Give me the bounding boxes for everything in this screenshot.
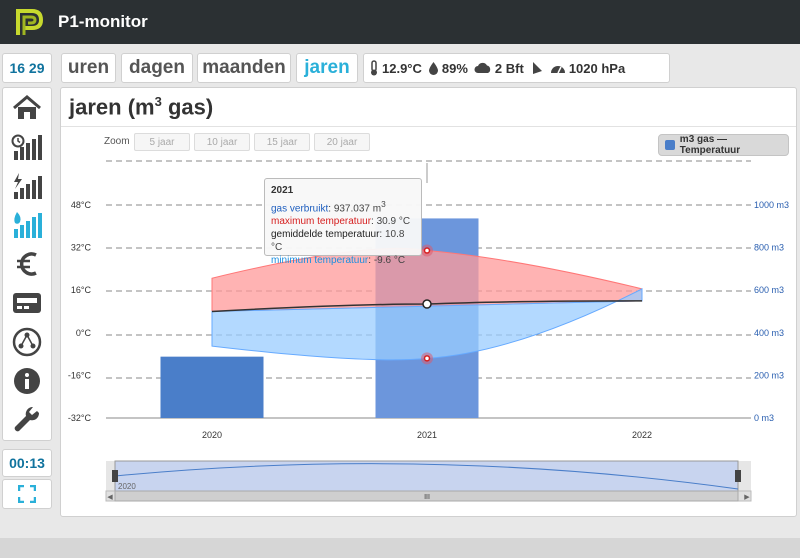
- app-title: P1-monitor: [58, 12, 148, 31]
- p1-logo-icon: [16, 9, 44, 35]
- gas-bar-2020: [160, 356, 264, 418]
- weather-pressure: 1020 hPa: [568, 60, 626, 76]
- tooltip-row-gas: gas verbruikt: 937.037 m3: [271, 199, 386, 215]
- meter-icon: [13, 292, 41, 313]
- clock-display: 16 29: [2, 53, 52, 83]
- sidebar-item-gas[interactable]: [2, 205, 52, 244]
- y-axis-left-tick: -32°C: [68, 413, 92, 423]
- y-axis-left-tick: 16°C: [71, 285, 92, 295]
- tooltip-row-min: minimum temperatuur: -9.6 °C: [271, 255, 406, 267]
- wrench-icon: [14, 406, 40, 431]
- scroll-right-arrow: ▶: [744, 494, 750, 501]
- tab-dagen[interactable]: dagen: [121, 53, 193, 83]
- navigator-handle-right: [735, 470, 741, 482]
- y-axis-right-tick: 200 m3: [754, 370, 784, 380]
- y-axis-left-tick: 32°C: [71, 243, 92, 253]
- y-axis-right-tick: 400 m3: [754, 328, 784, 338]
- gas-bars-icon: [14, 211, 42, 238]
- scroll-left-arrow: ◀: [107, 494, 113, 501]
- home-icon: [13, 94, 41, 119]
- y-axis-right-tick: 800 m3: [754, 243, 784, 253]
- tab-jaren[interactable]: jaren: [296, 53, 358, 83]
- gas-temperature-chart[interactable]: 48°C 32°C 16°C 0°C -16°C -32°C 1000 m3 800 m3 6…: [61, 88, 796, 516]
- y-axis-left-tick: 48°C: [71, 200, 92, 210]
- clock-bars-icon: [11, 134, 42, 160]
- fullscreen-button[interactable]: [2, 479, 52, 509]
- navigator-range: [114, 460, 739, 492]
- sidebar-item-meter[interactable]: [2, 283, 52, 322]
- top-bar: P1-monitor: [0, 0, 800, 44]
- tooltip-row-avg: gemiddelde temperatuur: 10.8 °C: [271, 229, 405, 254]
- y-axis-right-tick: 1000 m3: [754, 200, 789, 210]
- tab-uren[interactable]: uren: [61, 53, 116, 83]
- sidebar-item-settings[interactable]: [2, 400, 52, 439]
- gauge-icon: [550, 65, 565, 73]
- thermometer-icon: [371, 60, 377, 76]
- info-icon: [14, 367, 40, 394]
- sidebar-item-info[interactable]: [2, 361, 52, 400]
- average-temperature-point: [422, 299, 432, 309]
- y-axis-left-tick: 0°C: [76, 328, 92, 338]
- euro-icon: [17, 251, 37, 276]
- chart-tooltip: 2021 gas verbruikt: 937.037 m3 maximum t…: [264, 178, 422, 266]
- sidebar-item-costs[interactable]: [2, 244, 52, 283]
- y-axis-right-tick: 600 m3: [754, 285, 784, 295]
- power-bars-icon: [14, 172, 42, 199]
- navigator-label: 2020: [118, 482, 136, 491]
- droplet-icon: [428, 62, 438, 75]
- weather-panel: 12.9°C 89% 2 Bft 1020 hPa: [363, 53, 670, 83]
- refresh-timer: 00:13: [2, 449, 52, 477]
- weather-temperature: 12.9°C: [382, 60, 422, 76]
- sidebar-item-hours[interactable]: [2, 127, 52, 166]
- sidebar-item-network[interactable]: [2, 322, 52, 361]
- y-axis-left-tick: -16°C: [68, 370, 92, 380]
- x-axis-tick: 2020: [202, 430, 222, 440]
- max-temperature-point: [423, 247, 431, 254]
- weather-humidity: 89%: [441, 60, 468, 76]
- sidebar: [2, 87, 52, 441]
- min-temperature-point: [423, 355, 431, 362]
- footer-strip: [0, 538, 800, 558]
- y-axis-right-tick: 0 m3: [754, 413, 774, 423]
- network-icon: [12, 327, 42, 356]
- tooltip-row-max: maximum temperatuur: 30.9 °C: [271, 216, 411, 228]
- sidebar-item-power[interactable]: [2, 166, 52, 205]
- navigator-handle-left: [112, 470, 118, 482]
- sidebar-item-home[interactable]: [2, 88, 52, 127]
- x-axis-tick: 2022: [632, 430, 652, 440]
- wind-direction-icon: [532, 62, 542, 74]
- tooltip-year: 2021: [271, 185, 294, 196]
- weather-wind: 2 Bft: [494, 60, 524, 76]
- navigator-scrollbar-grip: III: [424, 494, 430, 501]
- fullscreen-icon: [18, 485, 36, 503]
- x-axis-tick: 2021: [417, 430, 437, 440]
- cloud-icon: [474, 62, 491, 73]
- tab-maanden[interactable]: maanden: [197, 53, 291, 83]
- main-panel: jaren (m3 gas) Zoom 5 jaar 10 jaar 15 ja…: [60, 87, 797, 517]
